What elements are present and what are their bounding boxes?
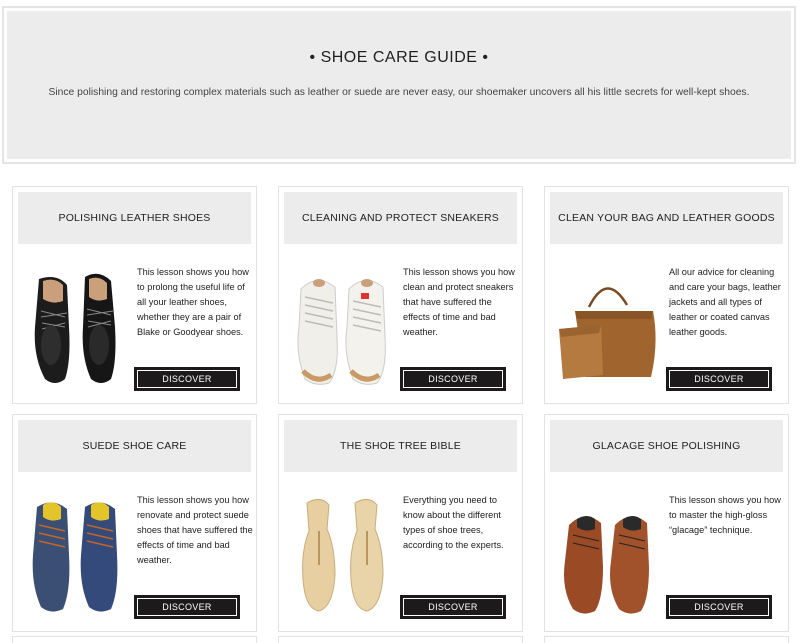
discover-button[interactable]: DISCOVER (666, 595, 772, 619)
brown-leather-bag-image[interactable] (551, 267, 659, 389)
white-sneakers-image[interactable] (293, 267, 393, 389)
guide-card-polishing[interactable]: POLISHING LEATHER SHOES This lesson show… (12, 186, 257, 404)
card-title[interactable]: GLACAGE SHOE POLISHING (550, 420, 783, 472)
card-description: This lesson shows you how to prolong the… (137, 267, 249, 337)
card-title[interactable]: POLISHING LEATHER SHOES (18, 192, 251, 244)
bullet-right: • (477, 49, 489, 66)
wooden-shoe-trees-image[interactable] (293, 495, 393, 617)
card-edge (544, 636, 789, 643)
guide-card-shoe-trees[interactable]: THE SHOE TREE BIBLE Everything you need … (278, 414, 523, 632)
guide-card-bags[interactable]: CLEAN YOUR BAG AND LEATHER GOODS All our… (544, 186, 789, 404)
card-description: This lesson shows you how renovate and p… (137, 495, 253, 565)
guide-card-sneakers[interactable]: CLEANING AND PROTECT SNEAKERS This lesso… (278, 186, 523, 404)
card-title[interactable]: CLEAN YOUR BAG AND LEATHER GOODS (550, 192, 783, 244)
black-oxford-shoes-image[interactable] (27, 267, 127, 389)
guide-card-suede[interactable]: SUEDE SHOE CARE This lesson shows you ho… (12, 414, 257, 632)
card-description: Everything you need to know about the di… (403, 495, 504, 550)
discover-button[interactable]: DISCOVER (400, 367, 506, 391)
card-description: All our advice for cleaning and care you… (669, 267, 781, 337)
card-title[interactable]: SUEDE SHOE CARE (18, 420, 251, 472)
page-title: • SHOE CARE GUIDE • (7, 49, 791, 67)
next-row-cards (0, 636, 800, 643)
brown-glacage-shoes-image[interactable] (559, 495, 659, 617)
page-title-text: SHOE CARE GUIDE (320, 49, 478, 66)
card-description: This lesson shows you how to master the … (669, 495, 781, 535)
discover-button[interactable]: DISCOVER (134, 595, 240, 619)
discover-button[interactable]: DISCOVER (400, 595, 506, 619)
card-description: This lesson shows you how clean and prot… (403, 267, 515, 337)
bullet-left: • (309, 49, 321, 66)
discover-button[interactable]: DISCOVER (666, 367, 772, 391)
blue-suede-shoes-image[interactable] (27, 495, 127, 617)
card-edge (278, 636, 523, 643)
page-subtitle: Since polishing and restoring complex ma… (48, 87, 750, 98)
card-title[interactable]: CLEANING AND PROTECT SNEAKERS (284, 192, 517, 244)
guide-card-glacage[interactable]: GLACAGE SHOE POLISHING This lesson shows… (544, 414, 789, 632)
hero-banner: • SHOE CARE GUIDE • Since polishing and … (2, 6, 796, 164)
card-title[interactable]: THE SHOE TREE BIBLE (284, 420, 517, 472)
discover-button[interactable]: DISCOVER (134, 367, 240, 391)
card-edge (12, 636, 257, 643)
